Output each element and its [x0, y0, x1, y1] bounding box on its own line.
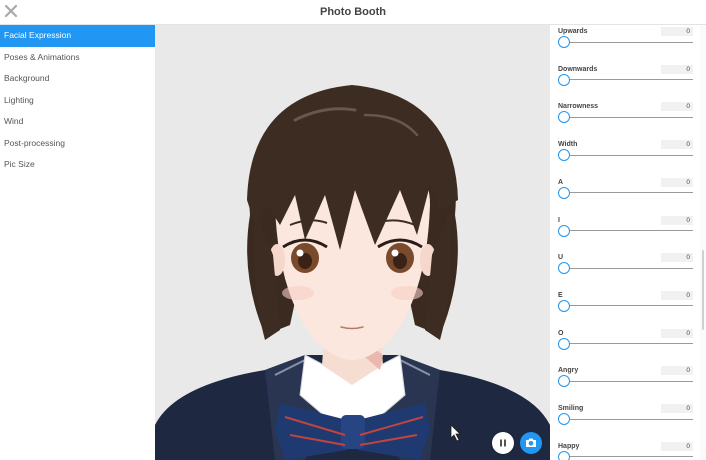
slider-thumb[interactable]	[558, 413, 570, 425]
avatar-viewport[interactable]	[155, 25, 550, 460]
slider-thumb[interactable]	[558, 224, 570, 237]
slider-e: E 0	[558, 290, 693, 330]
slider-thumb[interactable]	[558, 36, 570, 48]
slider-label: U	[558, 254, 564, 262]
slider-o: O 0	[558, 328, 693, 368]
window-title: Photo Booth	[320, 6, 386, 18]
slider-upwards: Upwards 0	[558, 27, 693, 66]
slider-label: Narrowness	[558, 103, 599, 111]
slider-smiling: Smiling 0	[558, 404, 693, 443]
slider-label: O	[558, 329, 564, 337]
slider-value-field[interactable]: 0	[661, 27, 693, 36]
slider-value-field[interactable]: 0	[661, 140, 693, 150]
slider-label: Downwards	[558, 65, 598, 73]
sidebar-item-pic-size[interactable]: Pic Size	[0, 154, 155, 176]
slider-label: I	[558, 216, 560, 224]
slider-thumb[interactable]	[558, 337, 570, 350]
slider-label: A	[558, 178, 564, 186]
slider-thumb[interactable]	[558, 111, 570, 124]
slider-label: Upwards	[558, 28, 588, 35]
slider-downwards: Downwards 0	[558, 64, 693, 104]
slider-track[interactable]	[560, 41, 693, 43]
slider-value-field[interactable]: 0	[661, 253, 693, 263]
slider-value-field[interactable]: 0	[661, 102, 693, 112]
slider-value-field[interactable]: 0	[661, 64, 693, 74]
slider-label: Smiling	[558, 405, 584, 412]
slider-track[interactable]	[560, 192, 693, 194]
slider-width: Width 0	[558, 140, 693, 179]
slider-value-field[interactable]: 0	[661, 215, 693, 225]
slider-narrowness: Narrowness 0	[558, 102, 693, 141]
category-sidebar: Facial Expression Poses & Animations Bac…	[0, 25, 155, 460]
pause-icon	[500, 439, 506, 447]
slider-a: A 0	[558, 177, 693, 217]
sidebar-item-wind[interactable]: Wind	[0, 111, 155, 133]
scrollbar-thumb[interactable]	[702, 250, 704, 330]
slider-thumb[interactable]	[558, 299, 570, 312]
sidebar-item-background[interactable]: Background	[0, 68, 155, 90]
slider-thumb[interactable]	[558, 149, 570, 162]
slider-label: Angry	[558, 367, 579, 375]
slider-value-field[interactable]: 0	[661, 290, 693, 300]
slider-value-field[interactable]: 0	[661, 328, 693, 338]
slider-i: I 0	[558, 215, 693, 255]
slider-track[interactable]	[560, 116, 693, 118]
slider-label: Happy	[558, 442, 580, 450]
slider-thumb[interactable]	[558, 375, 570, 388]
slider-value-field[interactable]: 0	[661, 404, 693, 413]
slider-thumb[interactable]	[558, 262, 570, 275]
expression-slider-panel: Upwards 0 Downwards 0 Narrowness 0 Width…	[550, 25, 700, 460]
slider-thumb[interactable]	[558, 73, 570, 86]
sidebar-item-poses-animations[interactable]: Poses & Animations	[0, 47, 155, 69]
slider-label: E	[558, 291, 563, 299]
avatar-render	[155, 85, 550, 460]
slider-track[interactable]	[560, 380, 693, 382]
slider-track[interactable]	[560, 267, 693, 269]
sidebar-item-facial-expression[interactable]: Facial Expression	[0, 25, 155, 47]
slider-angry: Angry 0	[558, 366, 693, 405]
slider-track[interactable]	[560, 343, 693, 345]
slider-track[interactable]	[560, 230, 693, 231]
slider-thumb[interactable]	[558, 450, 570, 460]
slider-track[interactable]	[560, 418, 693, 420]
capture-button[interactable]	[520, 432, 542, 454]
slider-track[interactable]	[560, 79, 693, 81]
slider-value-field[interactable]: 0	[661, 177, 693, 187]
slider-value-field[interactable]: 0	[661, 441, 693, 451]
sidebar-item-lighting[interactable]: Lighting	[0, 90, 155, 112]
camera-icon	[526, 438, 536, 447]
pause-button[interactable]	[492, 432, 514, 454]
slider-track[interactable]	[560, 305, 693, 307]
slider-u: U 0	[558, 253, 693, 292]
sidebar-item-post-processing[interactable]: Post-processing	[0, 133, 155, 155]
slider-value-field[interactable]: 0	[661, 366, 693, 376]
slider-happy: Happy 0	[558, 441, 693, 460]
slider-track[interactable]	[560, 154, 693, 156]
panel-scrollbar[interactable]	[700, 25, 706, 460]
title-bar: Photo Booth	[0, 0, 706, 25]
slider-thumb[interactable]	[558, 186, 570, 199]
slider-label: Width	[558, 141, 578, 149]
slider-track[interactable]	[560, 456, 693, 458]
